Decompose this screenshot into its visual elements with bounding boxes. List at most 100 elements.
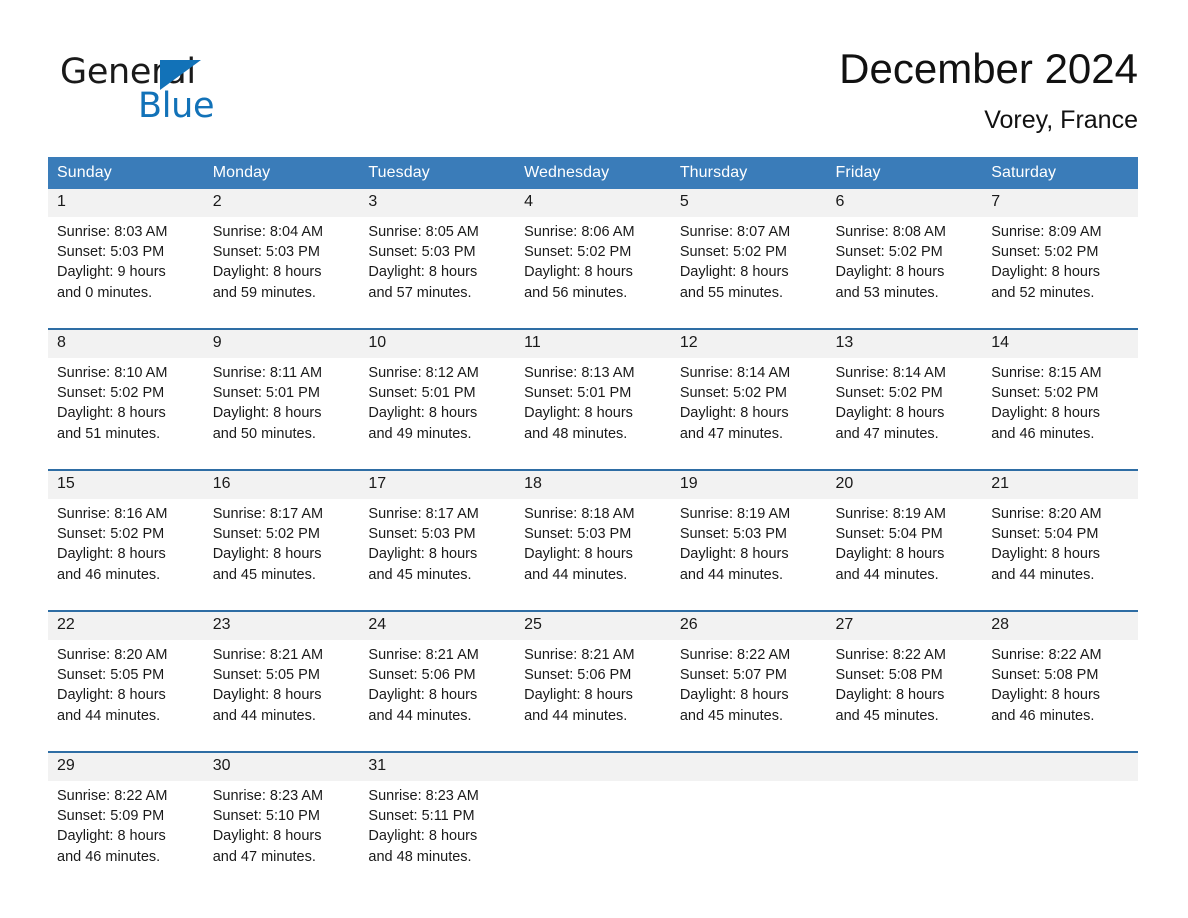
day-number[interactable]: 7 bbox=[982, 189, 1138, 217]
daylight-text-line1: Daylight: 8 hours bbox=[835, 405, 945, 422]
day-cell[interactable]: Sunrise: 8:07 AM Sunset: 5:02 PM Dayligh… bbox=[670, 217, 827, 329]
day-cell[interactable]: Sunrise: 8:22 AM Sunset: 5:09 PM Dayligh… bbox=[48, 781, 204, 892]
day-cell[interactable]: Sunrise: 8:17 AM Sunset: 5:03 PM Dayligh… bbox=[359, 499, 516, 611]
day-number[interactable]: 15 bbox=[48, 469, 204, 499]
daylight-text-line1: Daylight: 8 hours bbox=[679, 546, 789, 563]
day-number[interactable]: 28 bbox=[982, 610, 1138, 640]
day-number[interactable]: 4 bbox=[515, 189, 671, 217]
day-cell[interactable]: Sunrise: 8:17 AM Sunset: 5:02 PM Dayligh… bbox=[203, 499, 360, 611]
day-number[interactable]: 24 bbox=[359, 610, 516, 640]
day-number[interactable]: 13 bbox=[826, 328, 983, 358]
day-cell[interactable]: Sunrise: 8:21 AM Sunset: 5:06 PM Dayligh… bbox=[515, 640, 671, 752]
week-dates-row: 1 2 3 4 5 6 7 bbox=[48, 189, 1138, 217]
sunset-text: Sunset: 5:02 PM bbox=[524, 244, 632, 261]
daylight-text-line2: and 44 minutes. bbox=[212, 707, 316, 724]
day-number[interactable]: 9 bbox=[203, 328, 360, 358]
daylight-text-line1: Daylight: 8 hours bbox=[368, 546, 478, 563]
daylight-text-line1: Daylight: 8 hours bbox=[835, 546, 945, 563]
sunrise-text: Sunrise: 8:05 AM bbox=[368, 224, 479, 240]
day-cell[interactable]: Sunrise: 8:19 AM Sunset: 5:04 PM Dayligh… bbox=[826, 499, 983, 611]
day-cell[interactable]: Sunrise: 8:08 AM Sunset: 5:02 PM Dayligh… bbox=[826, 217, 983, 329]
calendar-page: General Blue December 2024 Vorey, France… bbox=[0, 0, 1188, 918]
day-cell[interactable]: Sunrise: 8:23 AM Sunset: 5:10 PM Dayligh… bbox=[203, 781, 360, 892]
sunset-text: Sunset: 5:01 PM bbox=[212, 385, 320, 402]
day-number[interactable]: 3 bbox=[359, 189, 516, 217]
day-cell[interactable]: Sunrise: 8:20 AM Sunset: 5:05 PM Dayligh… bbox=[48, 640, 204, 752]
day-cell[interactable]: Sunrise: 8:12 AM Sunset: 5:01 PM Dayligh… bbox=[359, 358, 516, 470]
day-cell[interactable]: Sunrise: 8:14 AM Sunset: 5:02 PM Dayligh… bbox=[670, 358, 827, 470]
calendar-body: 1 2 3 4 5 6 7 Sunrise: 8:03 AM Sunset: 5… bbox=[48, 189, 1138, 892]
day-number[interactable]: 25 bbox=[515, 610, 671, 640]
sunrise-text: Sunrise: 8:22 AM bbox=[835, 647, 946, 663]
location-subtitle: Vorey, France bbox=[984, 106, 1138, 134]
week-dates-row: 22 23 24 25 26 27 28 bbox=[48, 610, 1138, 640]
day-number[interactable]: 31 bbox=[359, 751, 516, 781]
day-number[interactable]: 6 bbox=[826, 189, 983, 217]
day-cell[interactable]: Sunrise: 8:06 AM Sunset: 5:02 PM Dayligh… bbox=[515, 217, 671, 329]
day-number[interactable]: 30 bbox=[203, 751, 360, 781]
day-number[interactable]: 8 bbox=[48, 328, 204, 358]
day-cell[interactable]: Sunrise: 8:22 AM Sunset: 5:08 PM Dayligh… bbox=[826, 640, 983, 752]
day-number[interactable]: 23 bbox=[203, 610, 360, 640]
week-info-row: Sunrise: 8:03 AM Sunset: 5:03 PM Dayligh… bbox=[48, 217, 1138, 329]
day-number[interactable]: 26 bbox=[670, 610, 827, 640]
daylight-text-line2: and 47 minutes. bbox=[835, 425, 939, 442]
day-number[interactable]: 1 bbox=[48, 189, 204, 217]
day-cell[interactable]: Sunrise: 8:11 AM Sunset: 5:01 PM Dayligh… bbox=[203, 358, 360, 470]
day-number[interactable]: 11 bbox=[515, 328, 671, 358]
generalblue-logo[interactable]: General Blue bbox=[60, 52, 320, 138]
daylight-text-line1: Daylight: 8 hours bbox=[991, 405, 1101, 422]
day-number[interactable]: 27 bbox=[826, 610, 983, 640]
day-cell[interactable]: Sunrise: 8:16 AM Sunset: 5:02 PM Dayligh… bbox=[48, 499, 204, 611]
daylight-text-line1: Daylight: 8 hours bbox=[212, 546, 322, 563]
daylight-text-line1: Daylight: 8 hours bbox=[524, 264, 633, 281]
day-number[interactable]: 14 bbox=[982, 328, 1138, 358]
day-cell[interactable]: Sunrise: 8:20 AM Sunset: 5:04 PM Dayligh… bbox=[982, 499, 1138, 611]
day-number[interactable]: 10 bbox=[359, 328, 516, 358]
day-number[interactable]: 21 bbox=[982, 469, 1138, 499]
day-number[interactable]: 19 bbox=[670, 469, 827, 499]
day-cell[interactable]: Sunrise: 8:13 AM Sunset: 5:01 PM Dayligh… bbox=[515, 358, 671, 470]
sunrise-text: Sunrise: 8:22 AM bbox=[991, 647, 1102, 663]
day-number[interactable]: 12 bbox=[670, 328, 827, 358]
sunset-text: Sunset: 5:02 PM bbox=[679, 244, 788, 261]
day-cell[interactable]: Sunrise: 8:14 AM Sunset: 5:02 PM Dayligh… bbox=[826, 358, 983, 470]
day-cell[interactable]: Sunrise: 8:23 AM Sunset: 5:11 PM Dayligh… bbox=[359, 781, 516, 892]
day-cell[interactable]: Sunrise: 8:22 AM Sunset: 5:07 PM Dayligh… bbox=[670, 640, 827, 752]
day-number-empty bbox=[982, 751, 1138, 781]
day-cell[interactable]: Sunrise: 8:03 AM Sunset: 5:03 PM Dayligh… bbox=[48, 217, 204, 329]
sunset-text: Sunset: 5:01 PM bbox=[368, 385, 476, 402]
day-cell[interactable]: Sunrise: 8:10 AM Sunset: 5:02 PM Dayligh… bbox=[48, 358, 204, 470]
day-number[interactable]: 5 bbox=[670, 189, 827, 217]
day-number[interactable]: 16 bbox=[203, 469, 360, 499]
sunset-text: Sunset: 5:02 PM bbox=[991, 385, 1099, 402]
day-cell[interactable]: Sunrise: 8:21 AM Sunset: 5:06 PM Dayligh… bbox=[359, 640, 516, 752]
day-cell[interactable]: Sunrise: 8:18 AM Sunset: 5:03 PM Dayligh… bbox=[515, 499, 671, 611]
page-header: General Blue December 2024 Vorey, France bbox=[48, 44, 1138, 144]
day-number[interactable]: 22 bbox=[48, 610, 204, 640]
daylight-text-line1: Daylight: 8 hours bbox=[212, 405, 322, 422]
day-number[interactable]: 20 bbox=[826, 469, 983, 499]
day-cell[interactable]: Sunrise: 8:05 AM Sunset: 5:03 PM Dayligh… bbox=[359, 217, 516, 329]
day-cell[interactable]: Sunrise: 8:04 AM Sunset: 5:03 PM Dayligh… bbox=[203, 217, 360, 329]
day-number[interactable]: 18 bbox=[515, 469, 671, 499]
day-cell[interactable]: Sunrise: 8:22 AM Sunset: 5:08 PM Dayligh… bbox=[982, 640, 1138, 752]
sunrise-text: Sunrise: 8:06 AM bbox=[524, 224, 635, 240]
daylight-text-line1: Daylight: 8 hours bbox=[57, 828, 166, 845]
week-dates-row: 29 30 31 bbox=[48, 751, 1138, 781]
day-cell[interactable]: Sunrise: 8:09 AM Sunset: 5:02 PM Dayligh… bbox=[982, 217, 1138, 329]
daylight-text-line2: and 45 minutes. bbox=[368, 566, 472, 583]
day-cell[interactable]: Sunrise: 8:19 AM Sunset: 5:03 PM Dayligh… bbox=[670, 499, 827, 611]
day-cell[interactable]: Sunrise: 8:15 AM Sunset: 5:02 PM Dayligh… bbox=[982, 358, 1138, 470]
day-number[interactable]: 2 bbox=[203, 189, 360, 217]
day-number[interactable]: 29 bbox=[48, 751, 204, 781]
sunset-text: Sunset: 5:02 PM bbox=[835, 385, 943, 402]
sunset-text: Sunset: 5:06 PM bbox=[368, 667, 476, 684]
day-cell[interactable]: Sunrise: 8:21 AM Sunset: 5:05 PM Dayligh… bbox=[203, 640, 360, 752]
weekday-header-sunday: Sunday bbox=[48, 157, 204, 189]
logo-text-blue: Blue bbox=[138, 86, 215, 126]
daylight-text-line2: and 56 minutes. bbox=[524, 284, 628, 301]
sunset-text: Sunset: 5:01 PM bbox=[524, 385, 632, 402]
day-number[interactable]: 17 bbox=[359, 469, 516, 499]
daylight-text-line2: and 51 minutes. bbox=[57, 425, 161, 442]
